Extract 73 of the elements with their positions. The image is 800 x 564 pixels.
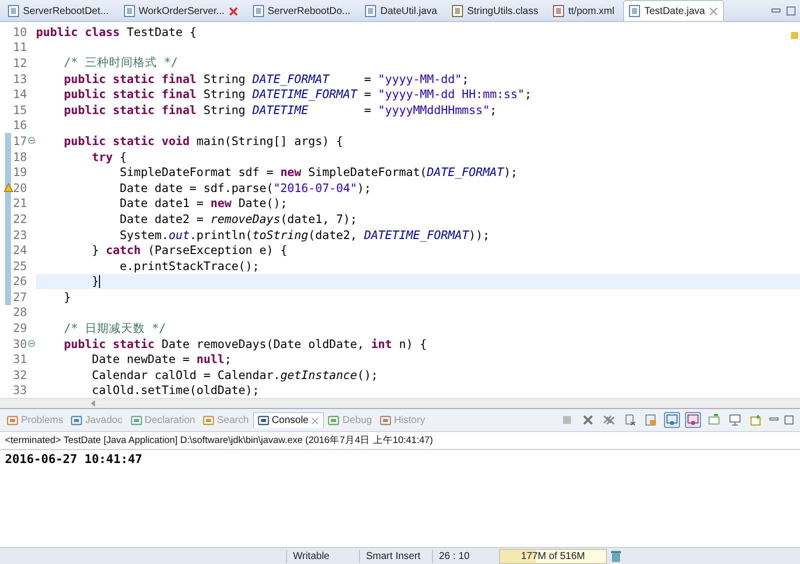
code-line: public static final String DATETIME_FORMAT = "yyyy-MM-dd HH:mm:ss"; (62, 87, 532, 102)
line-number: 13 (12, 72, 27, 86)
console-output: 2016-06-27 10:41:47 (4, 451, 144, 468)
code-line: public static final String DATETIME = "yyyyMMddHHmmss"; (62, 102, 497, 117)
line-number: 20 (12, 180, 27, 195)
line-number: 32 (12, 368, 27, 382)
code-line: Date newDate = null; (90, 352, 232, 366)
status-text: Writable (286, 550, 355, 563)
line-number: 27 (12, 290, 27, 304)
editor-tab[interactable]: StringUtils.class (446, 0, 544, 21)
tab-label: Declaration (144, 414, 196, 426)
code-line: public static Date removeDays(Date oldDate, int n) { (62, 336, 427, 351)
editor-tab[interactable]: TestDate.java (623, 0, 724, 21)
code-line: public class TestDate { (36, 24, 197, 39)
line-number: 19 (12, 165, 27, 180)
code-line: System.out.println(toString(date2, DATETIME_FORMAT)); (118, 228, 490, 242)
line-number: 15 (12, 102, 27, 117)
process-label: <terminated> TestDate [Java Application] D:\software\jdk\bin\javaw.exe (2016年7月4日 上午10:41:47) (0, 432, 800, 450)
editor-tab[interactable]: ServerRebootDet... (2, 0, 115, 21)
view-tab[interactable]: Console (252, 412, 324, 428)
tab-label: ServerRebootDo... (268, 6, 350, 16)
tab-label: StringUtils.class (467, 6, 538, 16)
line-number: 10 (12, 24, 27, 39)
editor-tab[interactable]: tt/pom.xml (547, 0, 620, 21)
code-line: public static final String DATE_FORMAT = "yyyy-MM-dd"; (62, 72, 469, 86)
line-number: 18 (12, 150, 27, 164)
line-number: 21 (12, 196, 27, 210)
line-number: 25 (12, 258, 27, 273)
code-line: Date date = sdf.parse("2016-07-04"); (118, 180, 372, 195)
editor-tab[interactable]: WorkOrderServer... (118, 0, 244, 21)
code-line: /* 日期减天数 */ (62, 320, 166, 336)
line-number: 30 (12, 336, 27, 351)
code-line: Date date1 = new Date(); (118, 196, 288, 210)
code-line: } (62, 290, 71, 304)
cursor-position: 26 : 10 (432, 550, 495, 563)
line-number: 24 (12, 243, 27, 258)
tab-label: History (394, 414, 426, 426)
line-number: 14 (12, 87, 27, 102)
status-text: Smart Insert (359, 550, 428, 563)
code-line: SimpleDateFormat sdf = new SimpleDateFormat(DATE_FORMAT); (118, 165, 518, 180)
line-number: 26 (12, 274, 27, 288)
tab-label: WorkOrderServer... (138, 6, 225, 16)
code-line: /* 三种时间格式 */ (62, 55, 178, 70)
tab-label: Javadoc (85, 414, 122, 426)
line-number: 31 (12, 352, 27, 366)
tab-label: Problems (21, 414, 64, 426)
editor-tab[interactable]: DateUtil.java (359, 0, 444, 21)
tab-label: ServerRebootDet... (23, 6, 109, 16)
line-number: 11 (12, 40, 27, 54)
heap-text: 177M of 516M (521, 550, 585, 562)
line-number: 23 (12, 228, 27, 242)
code-line: } catch (ParseException e) { (90, 243, 288, 258)
code-line: Date date2 = removeDays(date1, 7); (118, 212, 358, 226)
line-number: 29 (12, 321, 27, 336)
code-line: public static void main(String[] args) { (62, 134, 344, 148)
editor-tab[interactable]: ServerRebootDo... (246, 0, 356, 21)
tab-label: Search (217, 414, 249, 426)
line-number: 22 (12, 212, 27, 226)
code-line: } (90, 274, 99, 288)
code-line: e.printStackTrace(); (118, 258, 260, 273)
tab-label: TestDate.java (644, 6, 705, 16)
code-line: Calendar calOld = Calendar.getInstance(); (90, 368, 378, 382)
line-number: 33 (12, 383, 27, 398)
tab-label: tt/pom.xml (568, 6, 614, 16)
tab-label: Console (272, 415, 308, 426)
line-number: 28 (12, 305, 27, 320)
line-number: 12 (12, 56, 27, 70)
line-number: 16 (12, 118, 27, 132)
tab-label: DateUtil.java (380, 6, 438, 16)
line-number: 17 (12, 134, 27, 148)
code-line: try { (90, 150, 127, 164)
code-line: calOld.setTime(oldDate); (90, 383, 260, 398)
tab-label: Debug (342, 414, 372, 426)
